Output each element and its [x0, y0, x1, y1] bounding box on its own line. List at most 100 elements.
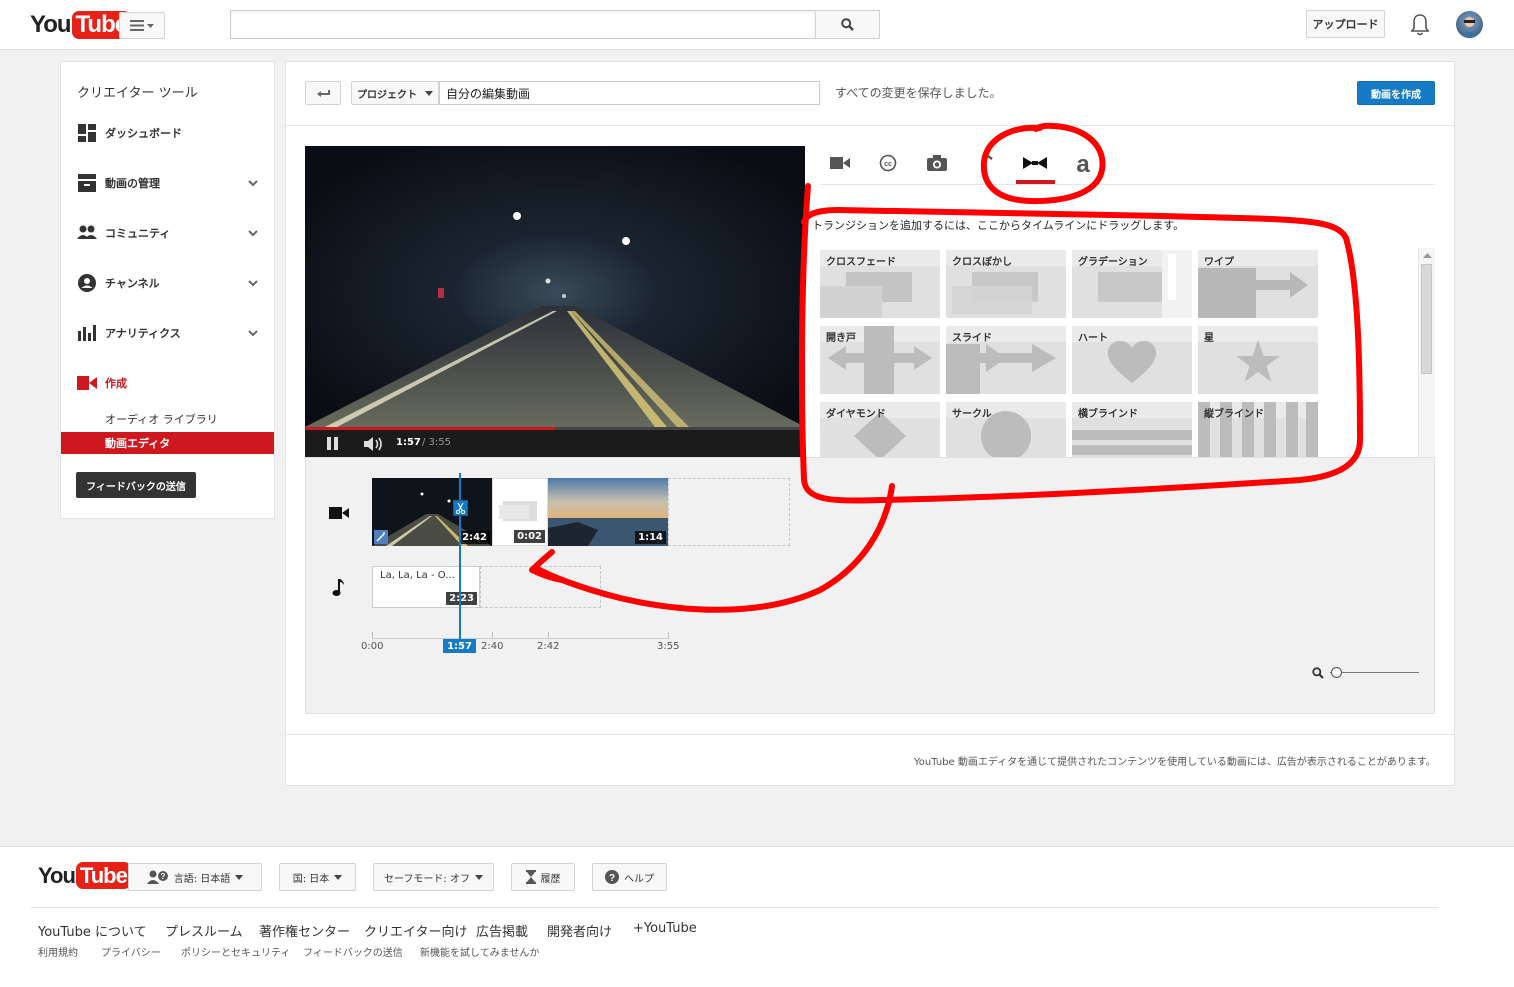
project-menu-button[interactable]: プロジェクト	[351, 81, 439, 105]
text-tab[interactable]: a	[1063, 148, 1103, 178]
sidebar-item-audio-library[interactable]: オーディオ ライブラリ	[61, 408, 274, 430]
scroll-up-arrow-icon	[1423, 253, 1432, 258]
footer-link-developers[interactable]: 開発者向け	[547, 921, 612, 940]
sidebar-title: クリエイター ツール	[77, 86, 198, 101]
transition-clip[interactable]: 0:02	[492, 478, 548, 546]
footer-link-about[interactable]: YouTube について	[38, 921, 147, 940]
scrollbar-thumb[interactable]	[1421, 264, 1432, 374]
search-icon	[841, 18, 854, 31]
enhance-wand-icon[interactable]	[374, 530, 388, 544]
footer-link-privacy[interactable]: プライバシー	[101, 944, 161, 959]
video-track-icon	[329, 507, 349, 519]
video-preview-player[interactable]: 1:57 / 3:55	[305, 146, 805, 457]
sidebar-item-create[interactable]: 作成	[61, 368, 274, 398]
sidebar-item-analytics[interactable]: アナリティクス	[61, 318, 274, 348]
sidebar-item-video-editor[interactable]: 動画エディタ	[61, 432, 274, 454]
create-video-button[interactable]: 動画を作成	[1357, 81, 1435, 105]
transition-crossblur[interactable]: クロスぼかし	[946, 250, 1066, 318]
footer-link-creators[interactable]: クリエイター向け	[364, 921, 467, 940]
divider	[820, 184, 1435, 185]
sidebar-item-dashboard[interactable]: ダッシュボード	[61, 118, 274, 148]
audio-track-icon	[332, 579, 344, 596]
audio-drop-zone[interactable]	[480, 566, 601, 608]
video-camera-icon	[830, 157, 850, 169]
footer-link-terms[interactable]: 利用規約	[38, 944, 78, 959]
footer-youtube-logo[interactable]: You Tube	[38, 862, 131, 889]
footer-link-copyright[interactable]: 著作権センター	[259, 921, 350, 940]
video-clips-tab[interactable]	[820, 148, 860, 178]
sidebar-item-channel[interactable]: チャンネル	[61, 268, 274, 298]
ruler-tick	[548, 632, 549, 638]
video-clip-tunnel[interactable]: 2:42	[372, 478, 492, 546]
help-button[interactable]: ? ヘルプ	[592, 863, 667, 891]
create-icon	[77, 373, 97, 393]
sidebar-item-video-manager[interactable]: 動画の管理	[61, 168, 274, 198]
transition-instruction: トランジションを追加するには、ここからタイムラインにドラッグします。	[812, 219, 1185, 232]
back-button[interactable]	[305, 81, 341, 105]
notification-bell-icon[interactable]	[1410, 13, 1430, 37]
send-feedback-button[interactable]: フィードバックの送信	[76, 472, 196, 498]
chevron-down-icon	[248, 230, 258, 237]
video-drop-zone[interactable]	[668, 478, 790, 546]
audio-tab[interactable]	[966, 148, 1006, 178]
svg-text:?: ?	[160, 872, 165, 881]
playhead-time: 1:57	[443, 639, 476, 653]
footer-link-advertise[interactable]: 広告掲載	[476, 921, 528, 940]
zoom-slider-handle[interactable]	[1331, 667, 1342, 678]
avatar[interactable]	[1456, 11, 1483, 38]
analytics-icon	[77, 323, 97, 343]
split-clip-button[interactable]	[453, 500, 468, 516]
help-icon: ?	[605, 870, 619, 884]
country-button[interactable]: 国: 日本	[279, 863, 356, 891]
bowtie-icon	[1023, 157, 1047, 169]
video-manager-icon	[77, 173, 97, 193]
upload-button[interactable]: アップロード	[1306, 10, 1385, 38]
chevron-down-icon	[248, 280, 258, 287]
transitions-scrollbar[interactable]	[1418, 248, 1435, 458]
footer-link-plus-youtube[interactable]: +YouTube	[633, 921, 697, 936]
transition-heart[interactable]: ハート	[1072, 326, 1192, 394]
search-button[interactable]	[815, 10, 880, 39]
footer-link-try-new[interactable]: 新機能を試してみませんか	[420, 944, 539, 959]
audio-clip[interactable]: La, La, La - O... 2:23	[372, 566, 480, 608]
sidebar-item-community[interactable]: コミュニティ	[61, 218, 274, 248]
video-frame	[305, 146, 805, 427]
total-time: / 3:55	[422, 437, 452, 448]
footer-link-press[interactable]: プレスルーム	[165, 921, 243, 940]
transition-slide[interactable]: スライド	[946, 326, 1066, 394]
video-clip-sea[interactable]: 1:14	[548, 478, 668, 546]
search-input[interactable]	[230, 10, 816, 39]
caret-down-icon	[147, 23, 154, 28]
footer-link-policy-safety[interactable]: ポリシーとセキュリティ	[181, 944, 290, 959]
captions-tab[interactable]: cc	[868, 148, 908, 178]
cc-icon: cc	[879, 154, 897, 172]
pause-icon[interactable]	[326, 437, 339, 450]
photos-tab[interactable]	[917, 148, 957, 178]
guide-menu-button[interactable]	[119, 12, 165, 39]
transitions-tab[interactable]	[1015, 148, 1055, 178]
language-button[interactable]: ? 言語: 日本語	[128, 863, 262, 891]
project-title-field[interactable]: 自分の編集動画	[439, 81, 820, 105]
transition-crossfade[interactable]: クロスフェード	[820, 250, 940, 318]
footer-link-feedback[interactable]: フィードバックの送信	[303, 944, 403, 959]
transition-star[interactable]: 星	[1198, 326, 1318, 394]
transition-gradient[interactable]: グラデーション	[1072, 250, 1192, 318]
history-button[interactable]: 履歴	[511, 863, 575, 891]
clip-duration: 2:23	[446, 592, 477, 605]
timeline: 2:42 0:02 1:14 La, La, La - O... 2:23 0:…	[305, 457, 1435, 714]
playhead[interactable]	[459, 473, 461, 640]
camera-icon	[927, 155, 947, 171]
avatar-image	[1460, 17, 1479, 38]
hamburger-icon	[130, 20, 144, 31]
zoom-slider[interactable]	[1330, 672, 1419, 673]
chevron-down-icon	[248, 180, 258, 187]
volume-icon[interactable]	[363, 436, 385, 452]
transition-door[interactable]: 開き戸	[820, 326, 940, 394]
text-a-icon: a	[1076, 152, 1090, 174]
community-icon	[77, 223, 97, 243]
player-controls: 1:57 / 3:55	[305, 430, 805, 457]
safety-mode-button[interactable]: セーフモード: オフ	[373, 863, 494, 891]
transition-wipe[interactable]: ワイプ	[1198, 250, 1318, 318]
transitions-gallery: クロスフェード クロスぼかし グラデーション ワイプ 開き戸 スライド ハート …	[818, 248, 1418, 468]
scissors-icon	[456, 502, 465, 514]
